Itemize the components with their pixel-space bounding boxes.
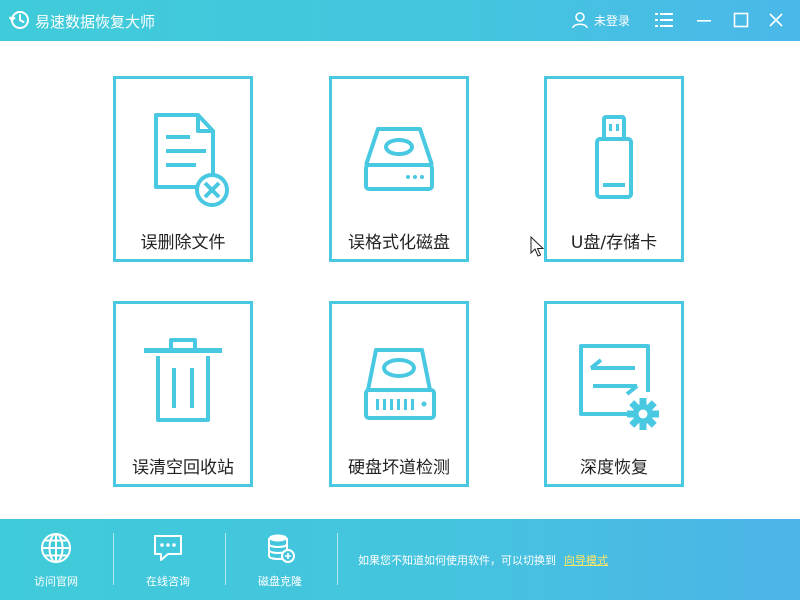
title-bar: 易速数据恢复大师 未登录	[0, 0, 800, 41]
footer-label: 磁盘克隆	[258, 575, 302, 588]
menu-button[interactable]	[650, 6, 678, 34]
disk-check-icon	[364, 348, 436, 420]
app-title: 易速数据恢复大师	[35, 13, 156, 31]
tile-usb-card[interactable]: U盘/存储卡	[544, 76, 684, 262]
tile-label: U盘/存储卡	[570, 233, 658, 253]
login-status-label: 未登录	[594, 13, 631, 28]
menu-icon	[655, 13, 673, 27]
recycle-bin-icon	[144, 338, 222, 422]
mode-hint: 如果您不知道如何使用软件，可以切换到 向导模式	[358, 552, 608, 568]
tile-label: 误清空回收站	[132, 458, 234, 478]
footer-label: 在线咨询	[146, 575, 190, 588]
login-button[interactable]: 未登录	[571, 10, 630, 30]
tile-label: 误格式化磁盘	[348, 233, 450, 253]
disk-clone-button[interactable]: 磁盘克隆	[224, 519, 336, 600]
footer-bar: 访问官网 在线咨询 磁盘克隆 如果您不知道如何使用软件，可以切换到 向导模式	[0, 519, 800, 600]
maximize-button[interactable]	[727, 6, 755, 34]
close-icon	[769, 13, 783, 27]
minimize-icon	[697, 20, 711, 22]
tile-label: 硬盘坏道检测	[348, 458, 450, 478]
deep-recovery-icon	[579, 344, 659, 430]
tile-recycle-bin[interactable]: 误清空回收站	[113, 301, 253, 487]
close-button[interactable]	[762, 6, 790, 34]
chat-icon	[154, 535, 182, 561]
maximize-icon	[733, 12, 749, 28]
usb-drive-icon	[595, 115, 633, 199]
hard-disk-icon	[364, 127, 434, 191]
footer-label: 访问官网	[34, 575, 78, 588]
tile-deep-recovery[interactable]: 深度恢复	[544, 301, 684, 487]
tile-deleted-files[interactable]: 误删除文件	[113, 76, 253, 262]
mouse-cursor-icon	[530, 236, 544, 257]
wizard-mode-link[interactable]: 向导模式	[564, 554, 608, 567]
globe-icon	[41, 533, 71, 563]
tile-label: 深度恢复	[580, 458, 648, 478]
tile-label: 误删除文件	[140, 233, 226, 253]
deleted-file-icon	[154, 113, 229, 207]
visit-website-button[interactable]: 访问官网	[0, 519, 112, 600]
footer-divider	[337, 533, 338, 585]
tile-disk-check[interactable]: 硬盘坏道检测	[329, 301, 469, 487]
disk-clone-icon	[268, 534, 295, 563]
app-logo-icon	[9, 11, 29, 29]
minimize-button[interactable]	[690, 6, 718, 34]
online-consult-button[interactable]: 在线咨询	[112, 519, 224, 600]
user-icon	[572, 12, 588, 29]
tile-formatted-disk[interactable]: 误格式化磁盘	[329, 76, 469, 262]
mode-hint-text: 如果您不知道如何使用软件，可以切换到	[358, 554, 556, 567]
